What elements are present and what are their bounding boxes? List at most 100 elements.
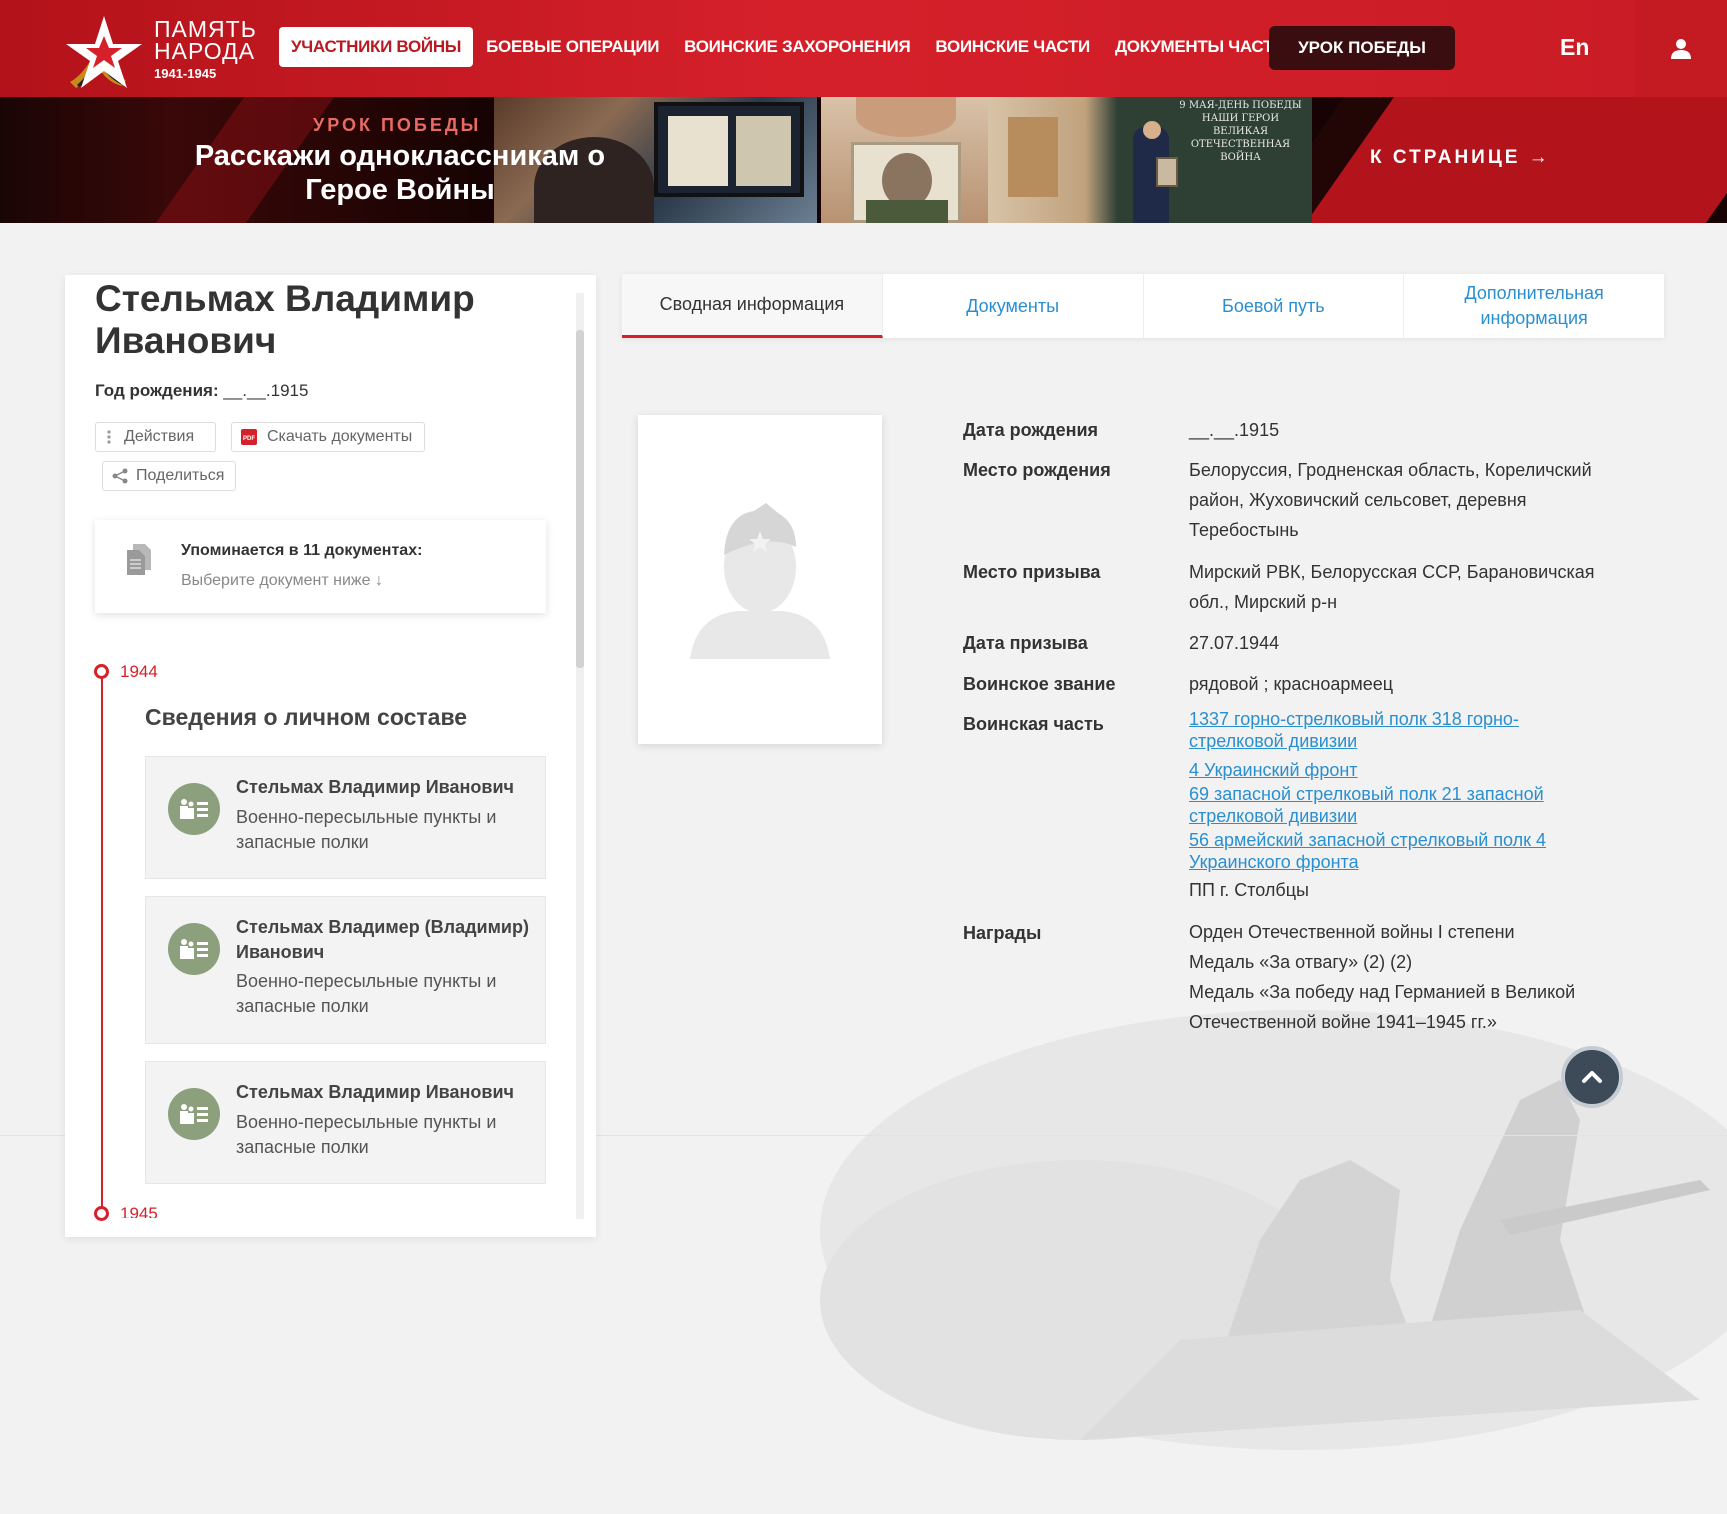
birth-year: Год рождения: __.__.1915 <box>95 381 308 401</box>
birth-place-label: Место рождения <box>963 460 1111 480</box>
star-ribbon-icon <box>66 16 142 88</box>
share-icon <box>112 468 128 484</box>
personnel-list-icon <box>168 1088 220 1140</box>
download-label: Скачать документы <box>267 428 413 445</box>
year-dot <box>94 664 109 679</box>
unit-list: 1337 горно-стрелковый полк 318 горно-стр… <box>1189 708 1589 905</box>
document-on-screen <box>736 116 791 186</box>
tab-documents[interactable]: Документы <box>883 274 1144 338</box>
logo-years: 1941-1945 <box>154 66 217 81</box>
banner-link[interactable]: К СТРАНИЦЕ → <box>1370 147 1551 169</box>
user-button[interactable] <box>1635 0 1727 97</box>
document-title: Стельмах Владимир Иванович <box>236 777 514 797</box>
document-subtitle: Военно-пересыльные пункты и запасные пол… <box>236 971 497 1016</box>
draft-place-value: Мирский РВК, Белорусская ССР, Барановичс… <box>1189 562 1595 612</box>
user-icon <box>1671 38 1691 59</box>
unit-extra: ПП г. Столбцы <box>1189 880 1309 900</box>
birth-date-label: Дата рождения <box>963 420 1099 440</box>
card-scrollbar-thumb[interactable] <box>576 330 584 668</box>
birth-year-value: __.__.1915 <box>223 381 309 400</box>
vertical-dots-icon <box>107 430 111 444</box>
victory-lesson-banner[interactable]: 9 МАЯ-ДЕНЬ ПОБЕДЫ НАШИ ГЕРОИ ВЕЛИКАЯ ОТЕ… <box>0 97 1727 223</box>
share-label: Поделиться <box>136 467 225 484</box>
mentions-title: Упоминается в 11 документах: <box>181 542 423 559</box>
birth-year-label: Год рождения: <box>95 381 219 400</box>
person-photo-placeholder <box>638 415 882 744</box>
cabinet <box>1008 117 1058 197</box>
scroll-to-top-button[interactable] <box>1561 1046 1623 1108</box>
share-button[interactable]: Поделиться <box>102 461 236 491</box>
awards-label: Награды <box>963 923 1042 943</box>
portrait-uniform <box>866 200 948 223</box>
site-logo[interactable]: ПАМЯТЬ НАРОДА 1941-1945 <box>64 10 264 88</box>
boy-face <box>856 97 956 137</box>
section-personnel-records: Сведения о личном составе <box>145 704 468 730</box>
unit-link[interactable]: 4 Украинский фронт <box>1189 759 1589 781</box>
pdf-icon-label: PDF <box>243 436 255 442</box>
nav-war-participants[interactable]: УЧАСТНИКИ ВОЙНЫ <box>279 27 474 67</box>
photo-classroom: 9 МАЯ-ДЕНЬ ПОБЕДЫ НАШИ ГЕРОИ ВЕЛИКАЯ ОТЕ… <box>988 97 1312 223</box>
birth-place-value: Белоруссия, Гродненская область, Корелич… <box>1189 460 1592 540</box>
document-card[interactable]: Стельмах Владимир Иванович Военно-пересы… <box>145 1061 546 1184</box>
personnel-list-glyph <box>180 939 208 959</box>
award-item: Медаль «За отвагу» (2) (2) <box>1189 952 1413 972</box>
year-1944[interactable]: 1944 <box>120 662 158 682</box>
personnel-list-icon <box>168 783 220 835</box>
award-item: Медаль «За победу над Германией в Велико… <box>1189 982 1576 1032</box>
actions-label: Действия <box>124 428 195 445</box>
timeline-line <box>101 671 103 1211</box>
document-title: Стельмах Владимир Иванович <box>236 1082 514 1102</box>
document-subtitle: Военно-пересыльные пункты и запасные пол… <box>236 807 497 852</box>
draft-date-label: Дата призыва <box>963 633 1088 653</box>
draft-date-value: 27.07.1944 <box>1189 633 1280 653</box>
rank-label: Воинское звание <box>963 674 1116 694</box>
logo-text: ПАМЯТЬ НАРОДА 1941-1945 <box>154 16 257 82</box>
photo-boy-portrait <box>821 97 988 223</box>
tab-additional-info[interactable]: Дополнительная информация <box>1404 274 1664 338</box>
unit-label: Воинская часть <box>963 714 1104 734</box>
person-name: Стельмах Владимир Иванович <box>95 278 475 361</box>
birth-date-value: __.__.1915 <box>1189 420 1280 440</box>
banner-kicker: УРОК ПОБЕДЫ <box>313 115 482 135</box>
document-card[interactable]: Стельмах Владимер (Владимир) Иванович Во… <box>145 896 546 1044</box>
nav-military-units[interactable]: ВОИНСКИЕ ЧАСТИ <box>935 37 1090 57</box>
logo-line-1: ПАМЯТЬ <box>154 16 257 42</box>
unit-link[interactable]: 1337 горно-стрелковый полк 318 горно-стр… <box>1189 708 1589 752</box>
chevron-up-icon <box>1582 1071 1602 1083</box>
unit-link[interactable]: 69 запасной стрелковый полк 21 запасной … <box>1189 783 1589 827</box>
tab-summary[interactable]: Сводная информация <box>622 274 883 338</box>
portrait-frame <box>851 142 961 223</box>
awards-list: Орден Отечественной войны I степени Меда… <box>1189 917 1619 1037</box>
draft-place-label: Место призыва <box>963 562 1101 582</box>
personnel-list-icon <box>168 923 220 975</box>
tab-additional-info-label: Дополнительная информация <box>1464 283 1604 328</box>
unit-link[interactable]: 56 армейский запасной стрелковый полк 4 … <box>1189 829 1589 873</box>
nav-combat-operations[interactable]: БОЕВЫЕ ОПЕРАЦИИ <box>486 37 659 57</box>
year-1945[interactable]: 1945 <box>120 1204 158 1218</box>
chalkboard-text: 9 МАЯ-ДЕНЬ ПОБЕДЫ НАШИ ГЕРОИ ВЕЛИКАЯ ОТЕ… <box>1179 100 1302 163</box>
nav-war-burials[interactable]: ВОИНСКИЕ ЗАХОРОНЕНИЯ <box>684 37 911 57</box>
profile-tabs: Сводная информация Документы Боевой путь… <box>622 274 1664 338</box>
teacher-head <box>1143 121 1161 139</box>
tab-combat-path[interactable]: Боевой путь <box>1144 274 1405 338</box>
language-switch[interactable]: En <box>1560 34 1589 61</box>
rank-value: рядовой ; красноармеец <box>1189 674 1394 694</box>
download-documents-button[interactable]: PDF Скачать документы <box>231 422 425 452</box>
personnel-list-glyph <box>180 799 208 819</box>
actions-button[interactable]: Действия <box>95 422 216 452</box>
logo-line-2: НАРОДА <box>154 38 256 64</box>
main-nav: УЧАСТНИКИ ВОЙНЫ БОЕВЫЕ ОПЕРАЦИИ ВОИНСКИЕ… <box>279 26 1321 68</box>
banner-title: Расскажи одноклассникам о Герое Войны <box>194 140 606 206</box>
document-on-screen <box>668 116 728 186</box>
document-card[interactable]: Стельмах Владимир Иванович Военно-пересы… <box>145 756 546 879</box>
documents-icon <box>127 544 151 575</box>
held-photo <box>1156 157 1178 187</box>
pdf-icon: PDF <box>241 429 257 445</box>
mentions-card: Упоминается в 11 документах: Выберите до… <box>95 520 546 613</box>
monitor <box>654 102 804 197</box>
document-subtitle: Военно-пересыльные пункты и запасные пол… <box>236 1112 497 1157</box>
mentions-subtitle: Выберите документ ниже ↓ <box>181 572 383 589</box>
soldier-silhouette-icon <box>690 503 830 659</box>
victory-lesson-button[interactable]: УРОК ПОБЕДЫ <box>1269 26 1455 70</box>
site-header: ПАМЯТЬ НАРОДА 1941-1945 УЧАСТНИКИ ВОЙНЫ … <box>0 0 1727 97</box>
